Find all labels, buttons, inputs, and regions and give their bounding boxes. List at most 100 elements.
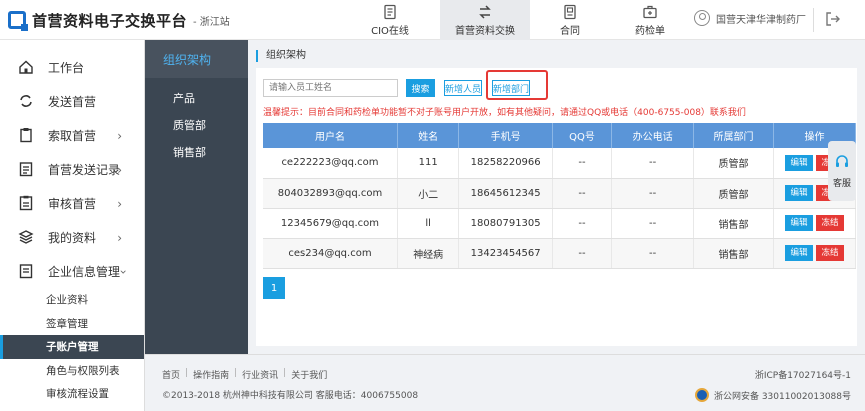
footer-link-guide[interactable]: 操作指南	[193, 368, 229, 381]
cell-qq: --	[552, 148, 613, 179]
footer-separator: |	[185, 368, 189, 378]
col-header-username: 用户名	[263, 123, 398, 148]
cell-office-phone: --	[611, 148, 695, 179]
document-check-icon	[18, 195, 34, 211]
nav-contract[interactable]: 合同	[530, 0, 610, 40]
sidebar-item-company-info[interactable]: 企业信息管理 ›	[0, 254, 144, 288]
add-user-button[interactable]: 新增人员	[444, 80, 482, 96]
org-sidebar-title[interactable]: 组织架构	[145, 40, 248, 78]
org-dept-item[interactable]: 产品	[145, 84, 248, 111]
top-header: 首营资料电子交换平台 - 浙江站 CIO在线 首营资料交换 合同 药检单 国营天…	[0, 0, 865, 40]
cell-qq: --	[552, 208, 613, 239]
footer-link-news[interactable]: 行业资讯	[242, 368, 278, 381]
chevron-right-icon: ›	[117, 231, 122, 245]
home-icon	[18, 59, 34, 75]
cell-department: 销售部	[693, 208, 774, 239]
employee-search-input[interactable]	[263, 79, 398, 97]
sidebar-item-send[interactable]: 发送首营	[0, 84, 144, 118]
page-button[interactable]: 1	[263, 277, 285, 299]
cell-qq: --	[552, 178, 613, 209]
swap-icon	[479, 4, 491, 19]
footer-link-home[interactable]: 首页	[162, 368, 180, 381]
sync-icon	[18, 93, 34, 109]
col-header-phone: 手机号	[458, 123, 553, 148]
main-content: 组织架构 搜索 新增人员 新增部门 温馨提示：目前合同和药检单功能暂不对子账号用…	[248, 40, 865, 354]
cell-name: 神经病	[397, 238, 460, 269]
customer-service-label: 客服	[832, 178, 851, 189]
cell-department: 质管部	[693, 178, 774, 209]
table-row: ces234@qq.com 神经病 13423454567 -- -- 销售部 …	[263, 238, 857, 269]
edit-button[interactable]: 编辑	[784, 245, 813, 261]
brand-logo[interactable]: 首营资料电子交换平台 - 浙江站	[8, 9, 230, 31]
cell-office-phone: --	[611, 208, 695, 239]
building-icon	[18, 263, 34, 279]
user-menu[interactable]: 国营天津华津制药厂	[694, 10, 806, 26]
brand-name: 首营资料电子交换平台	[32, 11, 188, 30]
freeze-button[interactable]: 冻结	[815, 215, 844, 231]
table-row: ce222223@qq.com 111 18258220966 -- -- 质管…	[263, 148, 857, 179]
logo-icon	[8, 11, 28, 31]
sidebar-item-label: 工作台	[48, 60, 85, 75]
sidebar-subitem-roles[interactable]: 角色与权限列表	[0, 359, 144, 383]
cell-name: 小二	[397, 178, 460, 209]
cell-username: 804032893@qq.com	[263, 178, 398, 209]
edit-button[interactable]: 编辑	[784, 185, 813, 201]
document-icon	[384, 4, 396, 19]
cell-department: 质管部	[693, 148, 774, 179]
nav-cio-online[interactable]: CIO在线	[340, 0, 440, 40]
cell-qq: --	[552, 238, 613, 269]
page-footer: 首页 | 操作指南 | 行业资讯 | 关于我们 ©2013-2018 杭州神中科…	[145, 354, 865, 411]
cell-username: 12345679@qq.com	[263, 208, 398, 239]
nav-exchange[interactable]: 首营资料交换	[440, 0, 530, 40]
freeze-button[interactable]: 冻结	[815, 245, 844, 261]
chevron-right-icon: ›	[117, 197, 122, 211]
cell-actions: 编辑冻结	[773, 208, 857, 239]
briefcase-icon	[643, 5, 657, 18]
cell-username: ces234@qq.com	[263, 238, 398, 269]
cell-office-phone: --	[611, 178, 695, 209]
cell-name: ll	[397, 208, 460, 239]
sidebar-subitem-seal-management[interactable]: 签章管理	[0, 312, 144, 336]
sidebar-subitem-company-profile[interactable]: 企业资料	[0, 288, 144, 312]
footer-icp[interactable]: 浙ICP备17027164号-1	[755, 368, 851, 381]
org-dept-item[interactable]: 销售部	[145, 138, 248, 165]
sidebar-item-label: 我的资料	[48, 230, 97, 245]
footer-separator: |	[283, 368, 287, 378]
sidebar-item-workbench[interactable]: 工作台	[0, 50, 144, 84]
logout-icon[interactable]	[824, 10, 842, 28]
nav-inspection[interactable]: 药检单	[610, 0, 690, 40]
cell-phone: 18080791305	[458, 208, 553, 239]
nav-label: 首营资料交换	[455, 25, 515, 37]
chevron-right-icon: ›	[117, 129, 122, 143]
sidebar-item-request[interactable]: 索取首营 ›	[0, 118, 144, 152]
brand-region: - 浙江站	[193, 16, 230, 28]
search-button[interactable]: 搜索	[406, 79, 435, 97]
footer-copyright: ©2013-2018 杭州神中科技有限公司 客服电话：4006755008	[162, 391, 419, 401]
edit-button[interactable]: 编辑	[784, 154, 813, 171]
table-row: 12345679@qq.com ll 18080791305 -- -- 销售部…	[263, 208, 857, 239]
sidebar-item-my-docs[interactable]: 我的资料 ›	[0, 220, 144, 254]
sidebar-item-send-records[interactable]: 首营发送记录 ›	[0, 152, 144, 186]
cell-name: 111	[397, 148, 460, 179]
footer-police-record[interactable]: 浙公网安备 33011002013088号	[694, 388, 851, 402]
user-name: 国营天津华津制药厂	[716, 14, 806, 26]
footer-link-about[interactable]: 关于我们	[291, 368, 327, 381]
header-divider	[813, 8, 814, 32]
cell-phone: 18258220966	[458, 148, 553, 179]
cell-actions: 编辑冻结	[773, 238, 857, 269]
top-nav: CIO在线 首营资料交换 合同 药检单	[340, 0, 690, 40]
breadcrumb: 组织架构	[256, 50, 306, 62]
sidebar-item-review[interactable]: 审核首营 ›	[0, 186, 144, 220]
edit-button[interactable]: 编辑	[784, 215, 813, 231]
sidebar-subitem-sub-accounts[interactable]: 子账户管理	[0, 335, 144, 359]
sidebar-subitem-review-flow[interactable]: 审核流程设置	[0, 382, 144, 406]
table-header-row: 用户名 姓名 手机号 QQ号 办公电话 所属部门 操作	[263, 123, 857, 148]
org-dept-item[interactable]: 质管部	[145, 111, 248, 138]
col-header-name: 姓名	[397, 123, 460, 148]
police-badge-icon	[694, 388, 709, 402]
nav-label: CIO在线	[371, 25, 409, 37]
customer-service-widget[interactable]: 客服	[828, 141, 856, 201]
sidebar-item-label: 发送首营	[48, 94, 97, 109]
sub-account-table: 用户名 姓名 手机号 QQ号 办公电话 所属部门 操作 ce222223@qq.…	[263, 123, 857, 269]
